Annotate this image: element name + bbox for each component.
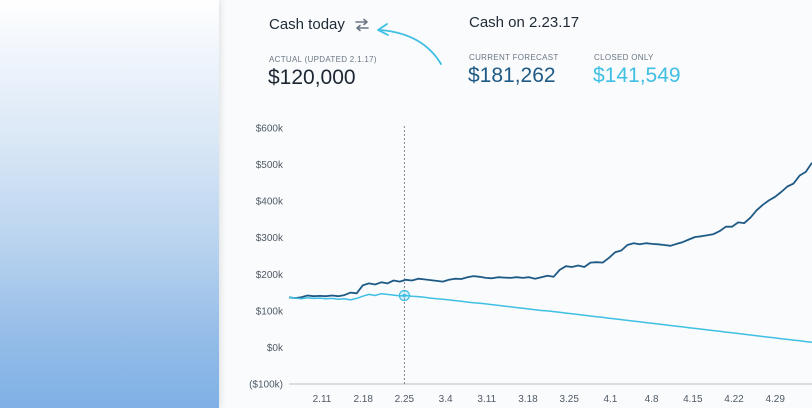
closed-series-line (288, 292, 812, 344)
curved-arrow-icon (377, 23, 442, 65)
x-tick-label: 2.18 (353, 394, 373, 405)
actual-label: ACTUAL (UPDATED 2.1.17) (269, 55, 377, 64)
y-tick-label: $200k (256, 270, 284, 281)
x-tick-label: 4.22 (724, 394, 744, 405)
cash-forecast-chart: $600k $500k $400k $300k $200k $100k $0k ($100k)… (249, 124, 812, 405)
cash-today-header: Cash today (269, 16, 370, 33)
y-tick-label: $600k (256, 124, 284, 135)
x-tick-label: 3.18 (518, 394, 538, 405)
cash-today-title: Cash today (269, 16, 345, 33)
y-tick-label: $100k (256, 306, 284, 317)
closed-only-label: CLOSED ONLY (594, 53, 654, 62)
y-tick-label: ($100k) (249, 380, 283, 391)
current-forecast-value: $181,262 (468, 64, 556, 87)
x-tick-label: 4.1 (603, 394, 617, 405)
y-tick-label: $500k (256, 160, 284, 171)
x-tick-label: 3.4 (439, 394, 453, 405)
y-tick-label: $0k (267, 343, 284, 354)
x-tick-label: 3.11 (477, 394, 496, 405)
cash-forecast-panel: Cash today ACTUAL (UPDATED 2.1.17) $120,… (219, 0, 812, 408)
x-tick-label: 4.15 (683, 394, 703, 405)
x-tick-label: 4.8 (645, 394, 659, 405)
forecast-series-line (288, 162, 812, 300)
current-forecast-label: CURRENT FORECAST (469, 53, 559, 62)
y-tick-label: $400k (256, 197, 284, 208)
y-tick-label: $300k (256, 233, 284, 244)
actual-value: $120,000 (268, 66, 356, 89)
x-tick-label: 3.25 (559, 394, 579, 405)
closed-only-value: $141,549 (593, 64, 681, 87)
marker-dot[interactable] (402, 293, 407, 298)
date-marker-handle[interactable] (398, 289, 410, 302)
x-tick-label: 2.25 (395, 394, 415, 405)
swap-arrows-icon[interactable] (354, 18, 370, 32)
x-tick-label: 2.11 (313, 394, 332, 405)
x-tick-label: 4.29 (765, 394, 785, 405)
cash-on-title: Cash on 2.23.17 (469, 14, 580, 31)
left-sidebar-panel (0, 0, 219, 408)
